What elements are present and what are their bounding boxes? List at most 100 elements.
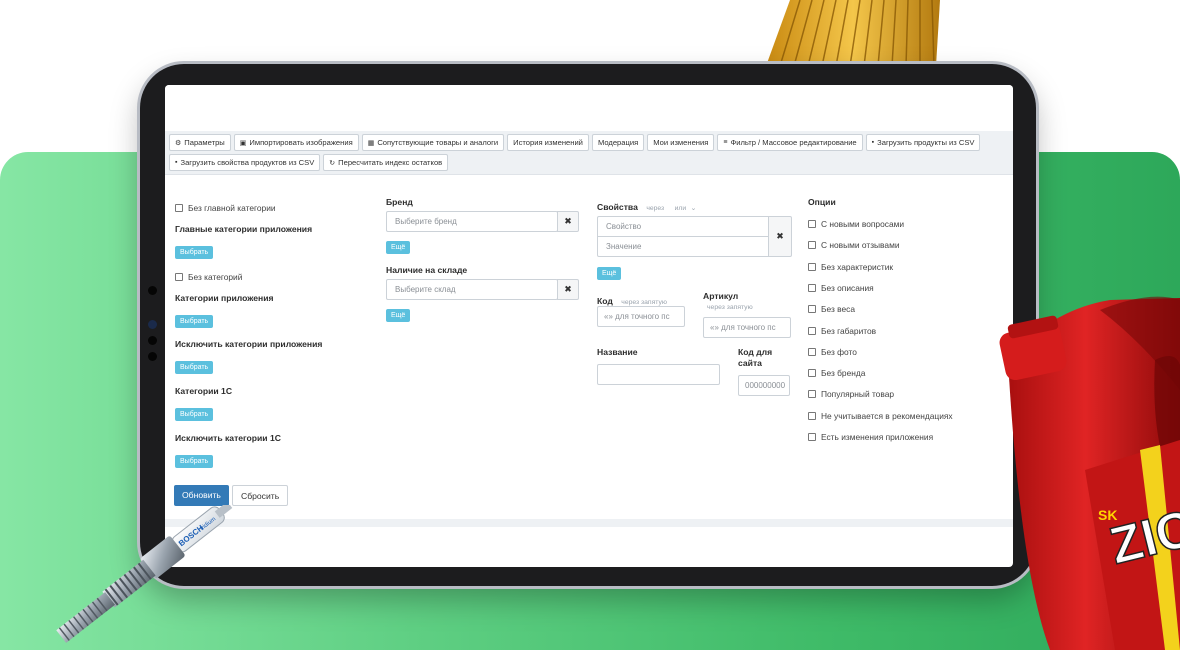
toolbar-row-2: ▪ Загрузить свойства продуктов из CSV ↻ Пер… (169, 154, 1009, 171)
checkbox-box[interactable] (808, 262, 816, 271)
value-input-placeholder: Значение (606, 242, 642, 251)
option-checkbox[interactable]: Без описания (808, 283, 874, 293)
grid-icon: ▦ (367, 139, 375, 147)
main-app-categories-label: Главные категории приложения (175, 224, 313, 234)
checkbox-box[interactable] (808, 305, 816, 314)
checkbox-label: Без категорий (188, 272, 243, 282)
value-input[interactable]: Значение (597, 236, 769, 257)
toolbar-button-label: Пересчитать индекс остатков (338, 158, 443, 167)
select-app-categories-button[interactable]: Выбрать (175, 315, 214, 328)
checkbox-box[interactable] (808, 283, 816, 292)
categories-1c-label: Категории 1С (175, 386, 233, 396)
bottom-strip (165, 519, 1013, 527)
option-checkbox[interactable]: С новыми отзывами (808, 240, 900, 250)
brand-select[interactable]: Выберите бренд (386, 211, 558, 232)
property-input[interactable]: Свойство (597, 216, 769, 237)
site-code-label: Код для сайта (738, 347, 772, 369)
option-label: Популярный товар (821, 389, 895, 400)
exclude-app-categories-label: Исключить категории приложения (175, 339, 323, 349)
checkbox-box[interactable] (175, 273, 183, 281)
properties-clear-button[interactable]: ✖ (768, 216, 792, 257)
option-checkbox[interactable]: Есть изменения приложения (808, 432, 933, 442)
option-checkbox[interactable]: Без габаритов (808, 326, 876, 336)
stock-clear-button[interactable]: ✖ (557, 279, 579, 300)
site-code-input[interactable]: 000000000 (738, 375, 790, 396)
checkbox-label: Без главной категории (188, 203, 276, 213)
option-checkbox[interactable]: Без бренда (808, 368, 865, 378)
toolbar-button-35-row20[interactable]: ▪ Загрузить свойства продуктов из CSV (169, 154, 321, 171)
brand-select-placeholder: Выберите бренд (395, 217, 457, 226)
toolbar-button-32-row16[interactable]: ≡ Фильтр / Массовое редактирование (717, 134, 863, 151)
no-main-category-checkbox[interactable]: Без главной категории (175, 203, 276, 213)
option-checkbox[interactable]: Без характеристик (808, 262, 893, 272)
app-categories-label: Категории приложения (175, 293, 274, 303)
option-checkbox[interactable]: Без веса (808, 304, 855, 314)
stock-more-button[interactable]: Ещё (386, 309, 411, 322)
article-label: Артикул (703, 291, 739, 301)
toolbar-button-25-row11[interactable]: ▣ Импортировать изображения (233, 134, 359, 151)
no-categories-checkbox[interactable]: Без категорий (175, 272, 242, 282)
option-label: Без веса (821, 304, 855, 315)
checkbox-box[interactable] (808, 220, 816, 228)
name-label: Название (597, 347, 638, 357)
camera-dot (148, 336, 157, 345)
select-categories-1c-button[interactable]: Выбрать (175, 408, 214, 421)
close-icon: ✖ (564, 216, 572, 226)
option-label: С новыми отзывами (821, 240, 900, 251)
checkbox-box[interactable] (808, 411, 816, 420)
checkbox-box[interactable] (175, 204, 183, 212)
checkbox-box[interactable] (808, 241, 816, 250)
toolbar-button-label: Параметры (184, 138, 225, 147)
toolbar-button-label: Фильтр / Массовое редактирование (730, 138, 857, 147)
update-button[interactable]: Обновить (174, 485, 229, 506)
option-label: Не учитывается в рекомендациях (821, 410, 953, 421)
checkbox-box[interactable] (808, 326, 816, 335)
code-label: Код (597, 296, 613, 306)
select-main-categories-button[interactable]: Выбрать (175, 246, 214, 259)
option-checkbox[interactable]: Не учитывается в рекомендациях (808, 411, 953, 421)
checkbox-box[interactable] (808, 369, 816, 378)
article-hint: через запятую (707, 304, 753, 311)
select-exclude-categories-1c-button[interactable]: Выбрать (175, 455, 214, 468)
option-checkbox[interactable]: Популярный товар (808, 389, 894, 399)
toolbar-button-30-row12[interactable]: ▦ Сопутствующие товары и аналоги (361, 134, 505, 151)
option-label: Без описания (821, 282, 874, 293)
option-label: Без габаритов (821, 325, 877, 336)
toolbar-button-9-row10[interactable]: ⚙ Параметры (169, 134, 231, 151)
select-exclude-app-categories-button[interactable]: Выбрать (175, 361, 214, 374)
top-bar (165, 85, 1013, 131)
properties-hint-through: через (646, 205, 665, 212)
option-checkbox[interactable]: Без фото (808, 347, 857, 357)
chevron-down-icon[interactable]: ⌄ (691, 205, 697, 212)
code-input[interactable]: «» для точного пс (597, 306, 685, 327)
checkbox-box[interactable] (808, 347, 816, 356)
article-input[interactable]: «» для точного пс (703, 317, 791, 338)
code-hint: через запятую (621, 299, 667, 306)
toolbar-button-9-row14[interactable]: Модерация (591, 134, 645, 151)
properties-column: Свойства через или ⌄ Свойство Значение ✖… (597, 175, 797, 396)
exclude-categories-1c-label: Исключить категории 1С (175, 433, 281, 443)
stock-select-placeholder: Выберите склад (395, 285, 456, 294)
gear-icon: ⚙ (175, 139, 182, 147)
close-icon: ✖ (776, 231, 784, 241)
brand-more-button[interactable]: Ещё (386, 241, 411, 254)
name-input[interactable] (597, 364, 720, 385)
toolbar-button-25-row17[interactable]: ▪ Загрузить продукты из CSV (865, 134, 981, 151)
stock-label: Наличие на складе (386, 265, 468, 275)
camera-dot (148, 352, 157, 361)
toolbar-button-13-row15[interactable]: Мои изменения (647, 134, 715, 151)
toolbar-button-label: Загрузить продукты из CSV (877, 138, 975, 147)
brand-clear-button[interactable]: ✖ (557, 211, 579, 232)
properties-hint-or[interactable]: или (675, 205, 687, 212)
checkbox-box[interactable] (808, 433, 816, 441)
option-label: С новыми вопросами (821, 219, 905, 229)
toolbar-button-17-row13[interactable]: История изменений (507, 134, 589, 151)
checkbox-box[interactable] (808, 390, 816, 399)
site-code-label-line2: сайта (738, 358, 762, 368)
toolbar-button-27-row21[interactable]: ↻ Пересчитать индекс остатков (323, 154, 449, 171)
toolbar-button-label: Сопутствующие товары и аналоги (377, 138, 499, 147)
properties-more-button[interactable]: Ещё (597, 267, 622, 280)
reset-button[interactable]: Сбросить (232, 485, 289, 506)
stock-select[interactable]: Выберите склад (386, 279, 558, 300)
option-checkbox[interactable]: С новыми вопросами (808, 219, 904, 229)
